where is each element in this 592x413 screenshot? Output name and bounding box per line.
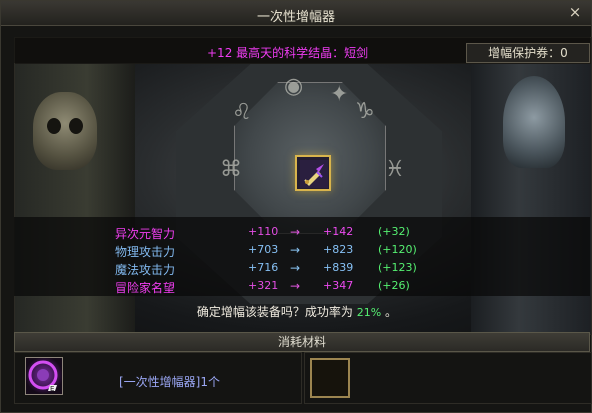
old-value: +110 — [248, 225, 279, 238]
rune-icon: ♑ — [355, 99, 375, 124]
confirmation-text: 确定增幅该装备吗？成功率为 21% 。 — [1, 303, 592, 321]
confirmation-punctuation: 。 — [385, 305, 398, 319]
rune-icon: ♓ — [385, 157, 405, 182]
rune-icon: ♌ — [232, 100, 252, 125]
rune-icon: ✦ — [330, 82, 349, 107]
stat-name: 异次元智力 — [115, 227, 176, 241]
new-value: +839 — [323, 261, 354, 274]
short-sword-icon — [300, 160, 328, 188]
new-value: +823 — [323, 243, 354, 256]
item-info-bar: +12 最高天的科学结晶：短剑 增幅保护券：0 — [14, 37, 590, 63]
title-bar[interactable]: 一次性增幅器 × — [1, 1, 591, 26]
success-rate: 21% — [356, 306, 382, 319]
protect-ticket-count: 增幅保护券：0 — [466, 43, 590, 63]
difference-value: (+123) — [378, 261, 417, 274]
increase-arrow-icon: → — [290, 279, 301, 293]
old-value: +703 — [248, 243, 279, 256]
amplification-window: 一次性增幅器 × ◉ ⌘ ♓ ✦ ♌ ♑ +12 最高天的科学结晶：短剑 增幅保… — [0, 0, 592, 413]
materials-header: 消耗材料 — [14, 332, 590, 352]
elf-statue-icon — [503, 76, 565, 168]
stat-row-physical-attack: 物理攻击力 +703 → +823 (+120) — [14, 243, 590, 261]
close-icon[interactable]: × — [567, 4, 583, 20]
empty-material-slot[interactable] — [310, 358, 350, 398]
rune-icon: ⌘ — [220, 157, 242, 182]
stat-row-magic-attack: 魔法攻击力 +716 → +839 (+123) — [14, 261, 590, 279]
old-value: +716 — [248, 261, 279, 274]
stat-name: 物理攻击力 — [115, 245, 176, 259]
difference-value: (+120) — [378, 243, 417, 256]
increase-arrow-icon: → — [290, 225, 301, 239]
amplifier-orb-icon: E — [28, 360, 58, 393]
difference-value: (+32) — [378, 225, 410, 238]
equipment-slot[interactable] — [295, 155, 331, 191]
stat-name: 冒险家名望 — [115, 281, 176, 295]
window-title: 一次性增幅器 — [256, 10, 335, 25]
stat-row-intelligence: 异次元智力 +110 → +142 (+32) — [14, 225, 590, 243]
stat-comparison: 异次元智力 +110 → +142 (+32) 物理攻击力 +703 → +82… — [14, 217, 590, 296]
new-value: +142 — [323, 225, 354, 238]
old-value: +321 — [248, 279, 279, 292]
increase-arrow-icon: → — [290, 243, 301, 257]
skull-statue-icon — [33, 92, 97, 170]
svg-text:E: E — [50, 385, 54, 393]
rune-icon: ◉ — [284, 74, 304, 99]
confirmation-message: 确定增幅该装备吗？成功率为 — [196, 305, 353, 319]
difference-value: (+26) — [378, 279, 410, 292]
amplifier-orb-icon[interactable]: E — [25, 357, 63, 395]
increase-arrow-icon: → — [290, 261, 301, 275]
stat-row-adventurer-fame: 冒险家名望 +321 → +347 (+26) — [14, 279, 590, 297]
stat-name: 魔法攻击力 — [115, 263, 176, 277]
new-value: +347 — [323, 279, 354, 292]
material-item-text: [一次性增幅器]1个 — [119, 375, 220, 389]
item-name: +12 最高天的科学结晶：短剑 — [207, 46, 369, 60]
